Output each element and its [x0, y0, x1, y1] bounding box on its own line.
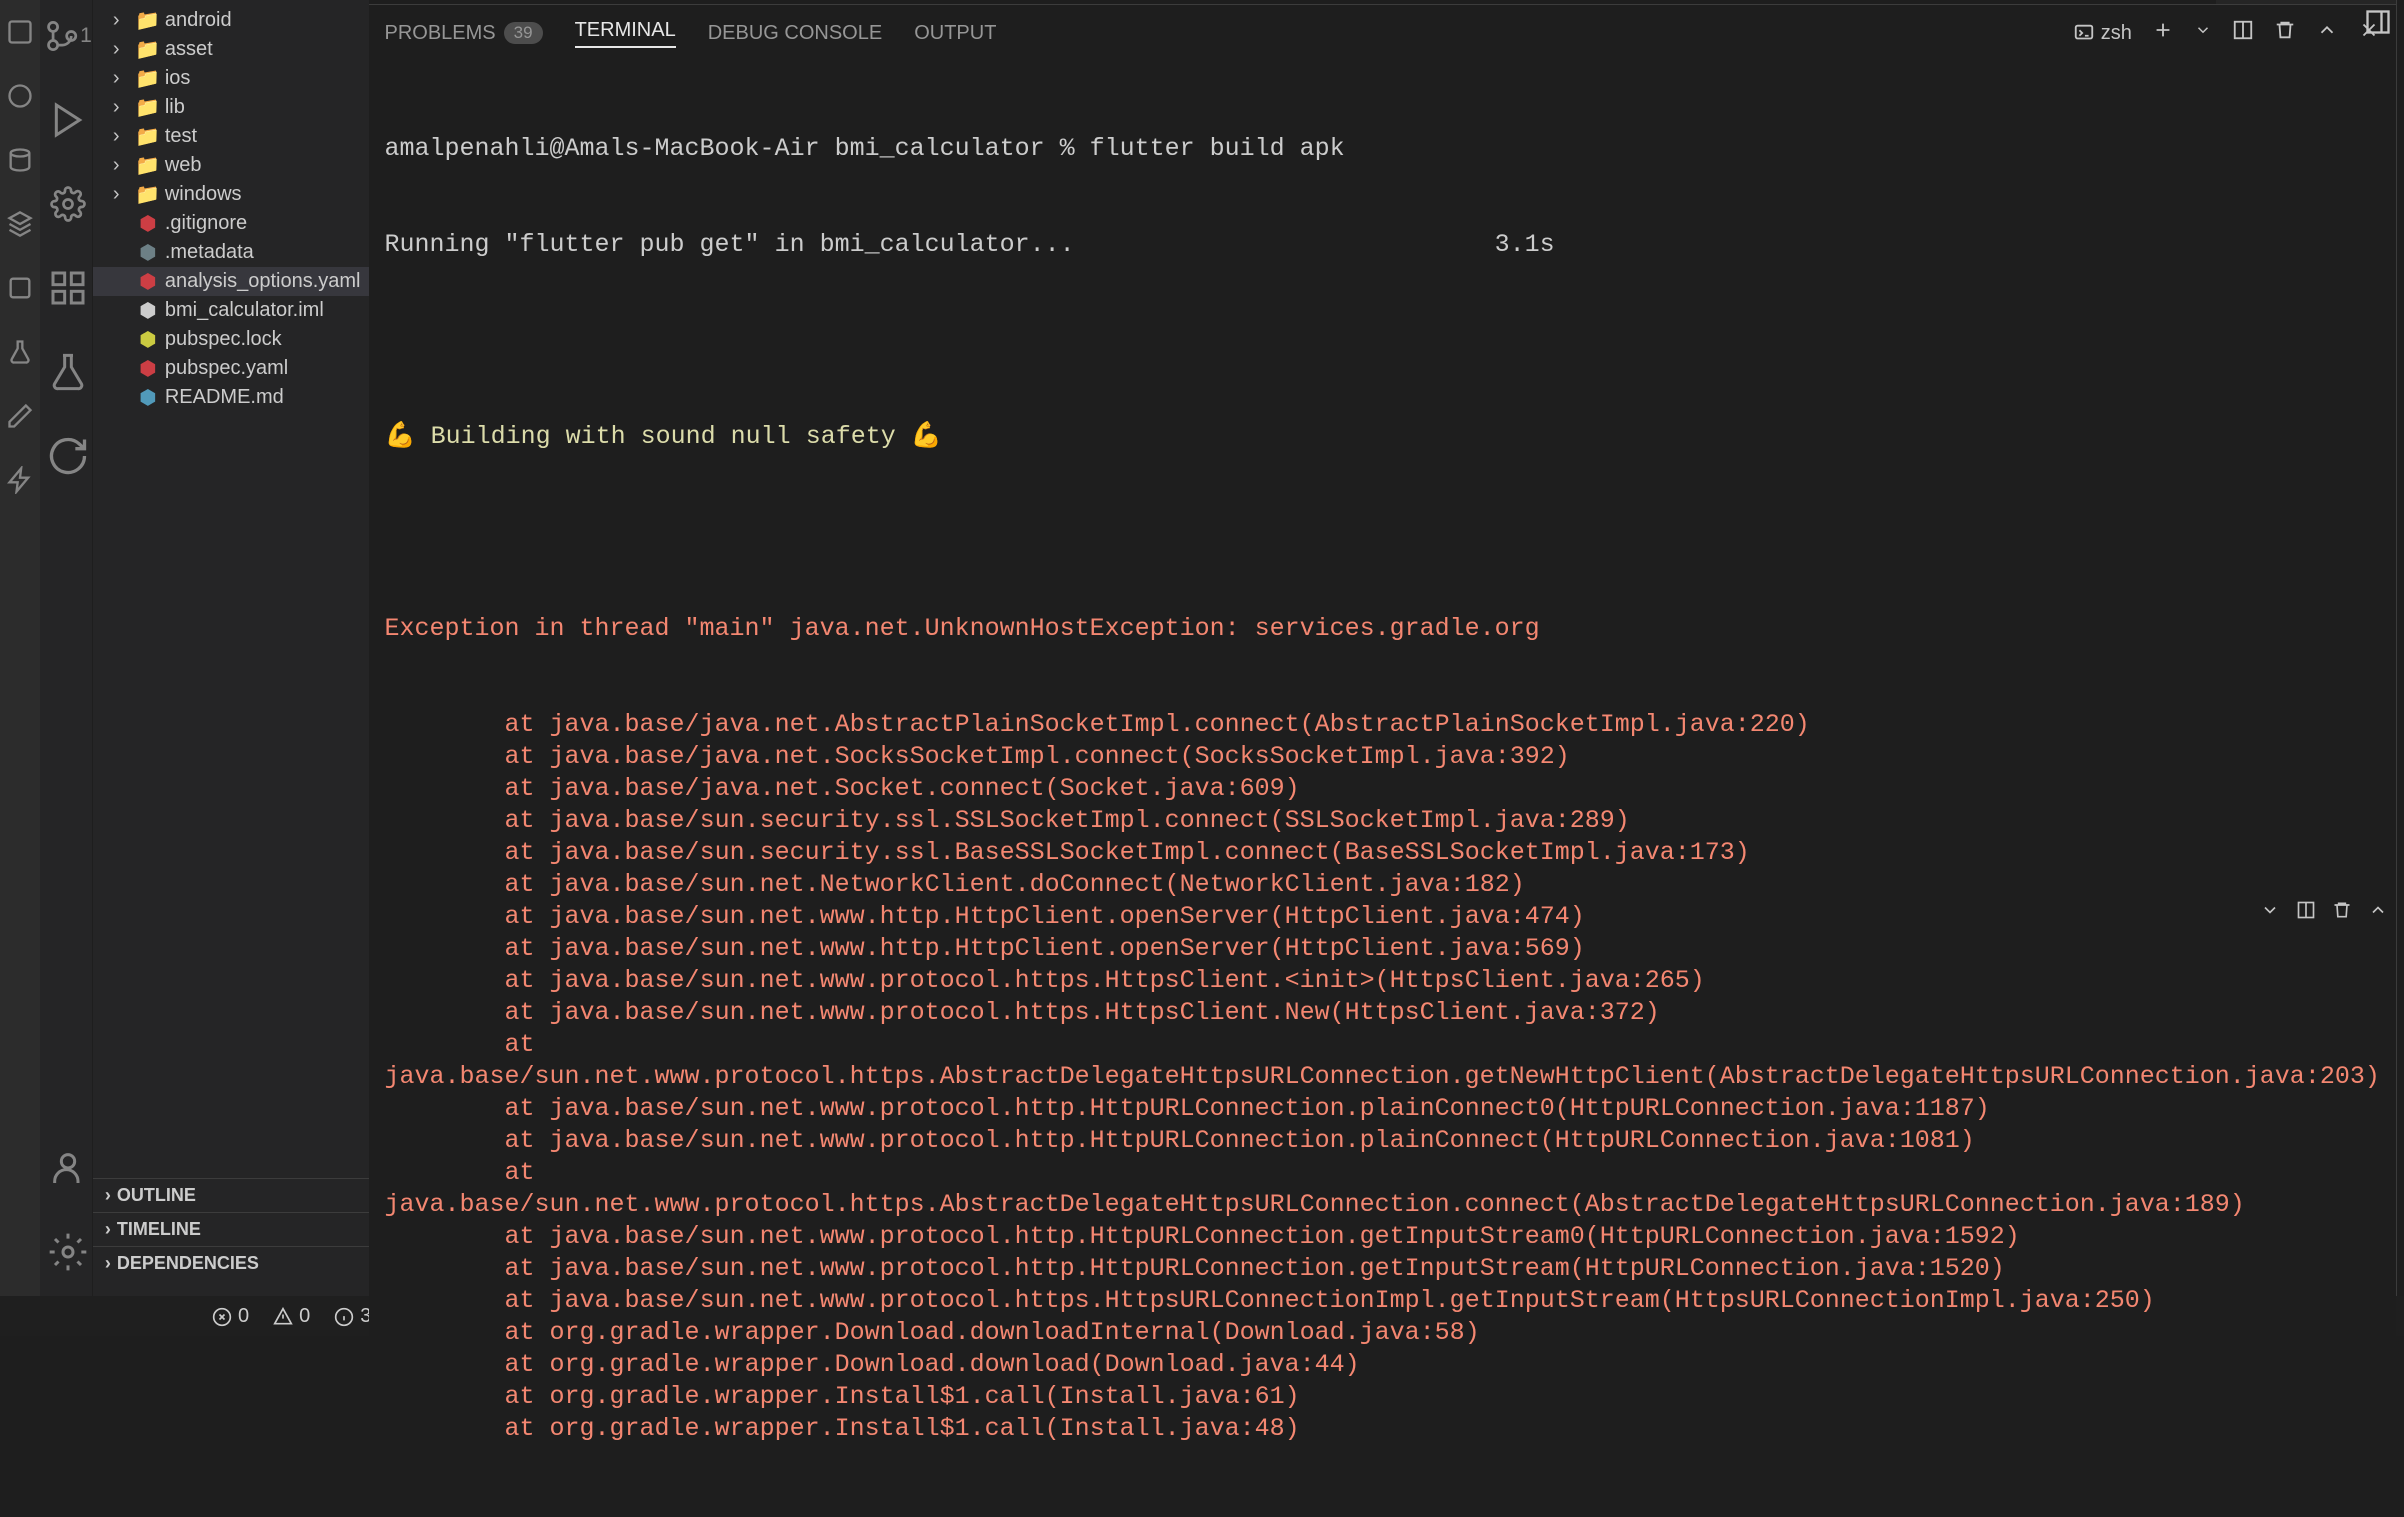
- stack-line: at org.gradle.wrapper.Install$1.call(Ins…: [385, 1381, 2380, 1413]
- problems-count-badge: 39: [504, 22, 543, 44]
- settings-gear-icon[interactable]: [44, 180, 92, 228]
- stack-line: at org.gradle.wrapper.Download.download(…: [385, 1349, 2380, 1381]
- stack-line: at java.base/sun.net.www.protocol.https.…: [385, 1029, 2380, 1093]
- tab-terminal[interactable]: TERMINAL: [575, 19, 676, 48]
- stack-line: at java.base/sun.security.ssl.BaseSSLSoc…: [385, 837, 2380, 869]
- badge-icon[interactable]: [0, 268, 40, 308]
- account-icon[interactable]: [44, 1144, 92, 1192]
- tab-debug-console[interactable]: DEBUG CONSOLE: [708, 22, 882, 45]
- bottom-panel: PROBLEMS 39 TERMINAL DEBUG CONSOLE OUTPU…: [369, 4, 2396, 1517]
- folder-ios[interactable]: ›📁ios: [93, 64, 369, 93]
- terminal-output[interactable]: amalpenahli@Amals-MacBook-Air bmi_calcul…: [369, 61, 2396, 1517]
- minimap[interactable]: [2216, 0, 2396, 4]
- extensions-icon[interactable]: [44, 264, 92, 312]
- shell-selector[interactable]: zsh: [2073, 22, 2132, 45]
- stack-line: at java.base/sun.net.www.protocol.https.…: [385, 997, 2380, 1029]
- stack-line: at java.base/sun.net.www.protocol.http.H…: [385, 1125, 2380, 1157]
- file--metadata[interactable]: ⬢.metadata: [93, 238, 369, 267]
- chevron-down-icon[interactable]: [2260, 900, 2280, 926]
- folder-lib[interactable]: ›📁lib: [93, 93, 369, 122]
- folder-asset[interactable]: ›📁asset: [93, 35, 369, 64]
- stack-line: at java.base/sun.net.www.http.HttpClient…: [385, 933, 2380, 965]
- editor-area: 2345678 # check for errors, warnings, an…: [369, 0, 2396, 1296]
- stack-line: at java.base/java.net.Socket.connect(Soc…: [385, 773, 2380, 805]
- status-warnings[interactable]: 0: [273, 1305, 310, 1328]
- right-sidebar: e new SDK?: [2396, 0, 2404, 1296]
- stack-line: at java.base/sun.net.www.protocol.https.…: [385, 965, 2380, 997]
- scm-badge: 1: [80, 24, 92, 48]
- layout-toggle-icon[interactable]: [2364, 8, 2392, 42]
- stack-line: at java.base/sun.net.www.protocol.http.H…: [385, 1253, 2380, 1285]
- kill-terminal-icon[interactable]: [2274, 19, 2296, 47]
- file-pubspec-yaml[interactable]: ⬢pubspec.yaml: [93, 354, 369, 383]
- file-tree: ›📁android›📁asset›📁ios›📁lib›📁test›📁web›📁w…: [93, 0, 369, 1296]
- sync-icon[interactable]: [44, 432, 92, 480]
- new-terminal-icon[interactable]: [2152, 19, 2174, 47]
- menu-icon[interactable]: [0, 12, 40, 52]
- folder-test[interactable]: ›📁test: [93, 122, 369, 151]
- tab-problems[interactable]: PROBLEMS 39: [385, 22, 543, 45]
- run-debug-icon[interactable]: [44, 96, 92, 144]
- split-terminal-icon[interactable]: [2232, 19, 2254, 47]
- stack-line: at java.base/sun.net.www.http.HttpClient…: [385, 901, 2380, 933]
- trash-icon[interactable]: [2332, 900, 2352, 926]
- source-control-icon[interactable]: 1: [44, 12, 92, 60]
- activity-bar-far-left: [0, 0, 40, 1296]
- folder-windows[interactable]: ›📁windows: [93, 180, 369, 209]
- chevron-down-icon[interactable]: [2194, 21, 2212, 45]
- folder-web[interactable]: ›📁web: [93, 151, 369, 180]
- panel-tabs: PROBLEMS 39 TERMINAL DEBUG CONSOLE OUTPU…: [369, 5, 2396, 61]
- stack-line: at java.base/java.net.SocksSocketImpl.co…: [385, 741, 2380, 773]
- layers-icon[interactable]: [0, 204, 40, 244]
- flask-icon[interactable]: [0, 332, 40, 372]
- db-icon[interactable]: [0, 140, 40, 180]
- stack-line: at org.gradle.wrapper.Download.downloadI…: [385, 1317, 2380, 1349]
- file-bmi_calculator-iml[interactable]: ⬢bmi_calculator.iml: [93, 296, 369, 325]
- stack-line: at org.gradle.wrapper.Install$1.call(Ins…: [385, 1413, 2380, 1445]
- maximize-panel-icon[interactable]: [2316, 19, 2338, 47]
- stack-line: at java.base/java.net.AbstractPlainSocke…: [385, 709, 2380, 741]
- edit-icon[interactable]: [0, 396, 40, 436]
- folder-android[interactable]: ›📁android: [93, 6, 369, 35]
- testing-icon[interactable]: [44, 348, 92, 396]
- chevron-up-icon[interactable]: [2368, 900, 2388, 926]
- split-icon[interactable]: [2296, 900, 2316, 926]
- file-pubspec-lock[interactable]: ⬢pubspec.lock: [93, 325, 369, 354]
- bolt-icon[interactable]: [0, 460, 40, 500]
- status-errors[interactable]: 0: [212, 1305, 249, 1328]
- manage-gear-icon[interactable]: [44, 1228, 92, 1276]
- code-editor[interactable]: 2345678 # check for errors, warnings, an…: [369, 0, 2396, 4]
- circle-icon[interactable]: [0, 76, 40, 116]
- stack-line: at java.base/sun.net.www.protocol.http.H…: [385, 1221, 2380, 1253]
- stack-line: at java.base/sun.net.www.protocol.http.H…: [385, 1093, 2380, 1125]
- stack-line: at java.base/sun.net.www.protocol.https.…: [385, 1157, 2380, 1221]
- file-README-md[interactable]: ⬢README.md: [93, 383, 369, 412]
- file-analysis_options-yaml[interactable]: ⬢analysis_options.yaml: [93, 267, 369, 296]
- stack-line: at java.base/sun.security.ssl.SSLSocketI…: [385, 805, 2380, 837]
- stack-line: at java.base/sun.net.www.protocol.https.…: [385, 1285, 2380, 1317]
- tab-output[interactable]: OUTPUT: [914, 22, 996, 45]
- file--gitignore[interactable]: ⬢.gitignore: [93, 209, 369, 238]
- stack-line: at java.base/sun.net.NetworkClient.doCon…: [385, 869, 2380, 901]
- activity-bar: 1: [44, 0, 93, 1296]
